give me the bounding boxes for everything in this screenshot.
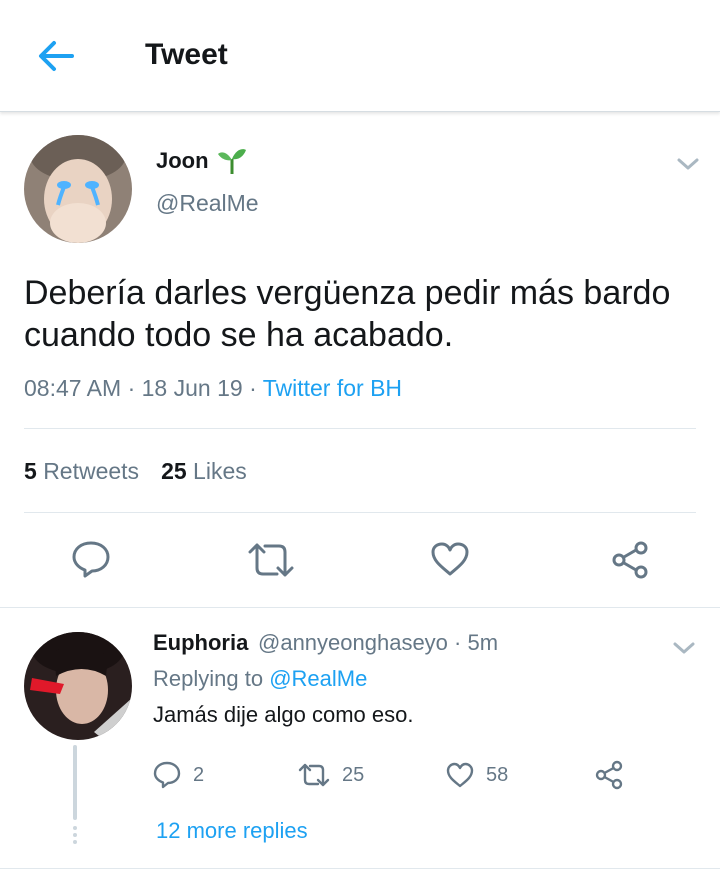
reply-retweet-button[interactable]: 25: [298, 760, 364, 790]
tweet-date: 18 Jun 19: [141, 375, 243, 401]
back-button[interactable]: [34, 37, 78, 75]
chevron-down-icon: [673, 642, 695, 654]
page-title: Tweet: [145, 38, 228, 71]
reply-avatar[interactable]: [24, 632, 132, 740]
thread-dot: [73, 840, 77, 844]
reply-author-name[interactable]: Euphoria: [153, 630, 248, 656]
meta-separator: ·: [249, 375, 257, 401]
divider: [24, 512, 696, 513]
thread-line: [73, 745, 77, 820]
divider: [0, 868, 720, 869]
share-icon: [612, 541, 648, 579]
replying-to-mention[interactable]: @RealMe: [269, 666, 367, 691]
tweet-time: 08:47 AM: [24, 375, 122, 401]
reply-reply-button[interactable]: 2: [153, 760, 204, 790]
seedling-icon: [217, 147, 247, 180]
retweet-icon: [298, 763, 330, 787]
chevron-down-icon: [677, 158, 699, 170]
reply-like-count: 58: [486, 763, 509, 786]
reply-text: Jamás dije algo como eso.: [153, 702, 414, 727]
tweet-meta: 08:47 AM · 18 Jun 19 · Twitter for BH: [24, 375, 402, 402]
likes-stat[interactable]: 25 Likes: [161, 458, 247, 484]
reply-like-button[interactable]: 58: [446, 760, 508, 790]
share-icon: [595, 760, 623, 790]
more-replies-link[interactable]: 12 more replies: [156, 818, 308, 844]
comment-icon: [153, 761, 181, 789]
replying-to-line: Replying to @RealMe: [153, 666, 368, 691]
author-handle[interactable]: @RealMe: [156, 190, 259, 217]
divider: [0, 607, 720, 608]
heart-icon: [431, 542, 469, 576]
retweet-button[interactable]: [247, 542, 295, 578]
tweet-stats: 5 Retweets 25 Likes: [24, 458, 247, 485]
thread-dot: [73, 833, 77, 837]
author-name[interactable]: Joon: [156, 148, 209, 174]
meta-separator: ·: [127, 375, 136, 401]
comment-icon: [72, 541, 110, 578]
tweet-menu-button[interactable]: [676, 156, 700, 177]
tweet-text: Debería darles vergüenza pedir más bardo…: [24, 274, 671, 354]
like-button[interactable]: [430, 541, 470, 577]
top-bar: Tweet: [0, 0, 720, 112]
reply-button[interactable]: [71, 540, 111, 578]
reply-retweet-count: 25: [342, 763, 365, 786]
retweets-stat[interactable]: 5 Retweets: [24, 458, 139, 484]
reply-reply-count: 2: [193, 763, 205, 786]
thread-dot: [73, 826, 77, 830]
tweet-source-link[interactable]: Twitter for BH: [263, 375, 402, 401]
reply-share-button[interactable]: [594, 760, 624, 790]
reply-handle-time: @annyeonghaseyo · 5m: [258, 630, 499, 655]
arrow-left-icon: [39, 41, 74, 71]
author-avatar[interactable]: [24, 135, 132, 243]
retweet-icon: [248, 543, 294, 577]
divider: [24, 428, 696, 429]
share-button[interactable]: [610, 540, 650, 580]
heart-icon: [446, 762, 474, 788]
reply-menu-button[interactable]: [672, 640, 696, 661]
